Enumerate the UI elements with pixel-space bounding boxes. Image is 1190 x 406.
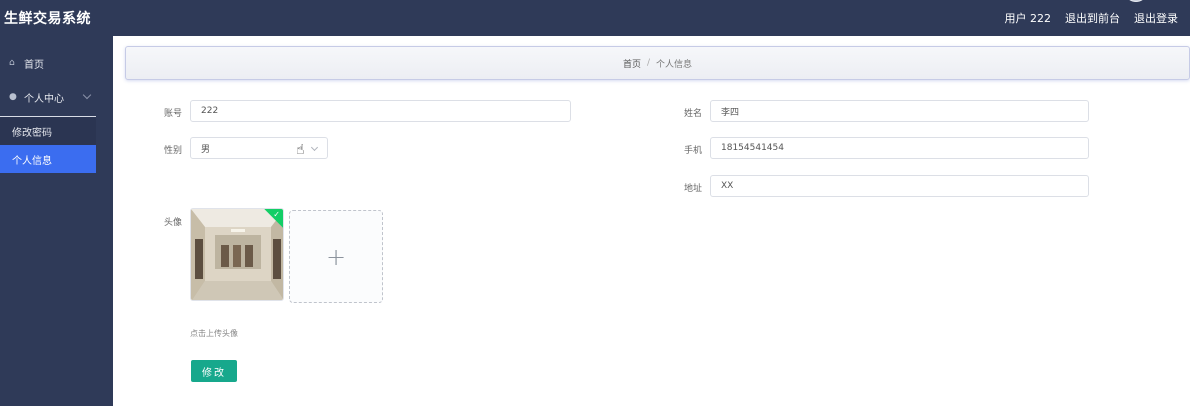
name-label: 姓名 <box>684 109 703 119</box>
breadcrumb-current: 个人信息 <box>656 59 693 70</box>
top-navbar: 生鲜交易系统 用户 222 退出到前台 退出登录 <box>0 0 1190 36</box>
check-icon: ✓ <box>273 210 280 219</box>
upload-hint: 点击上传头像 <box>190 329 238 338</box>
submit-button[interactable]: 修改 <box>191 360 237 382</box>
avatar-upload-button[interactable]: + <box>289 210 383 303</box>
user-avatar[interactable] <box>1124 0 1148 2</box>
breadcrumb-home[interactable]: 首页 <box>623 57 641 70</box>
hand-cursor-icon: ☝ <box>296 142 305 158</box>
logout-link[interactable]: 退出登录 <box>1134 10 1178 26</box>
name-input[interactable]: 李四 <box>710 100 1089 122</box>
home-icon: ⌂ <box>9 57 15 68</box>
account-label: 账号 <box>164 109 183 119</box>
sidebar-item-personal-info[interactable]: 个人信息 <box>0 145 96 173</box>
phone-input[interactable]: 18154541454 <box>710 137 1089 159</box>
avatar-thumbnail[interactable]: ✓ <box>190 208 284 301</box>
top-right-actions: 用户 222 退出到前台 退出登录 <box>1005 10 1179 26</box>
chevron-down-icon <box>82 90 92 100</box>
current-user-label: 用户 222 <box>1004 12 1052 25</box>
sidebar-item-label: 首页 <box>24 59 44 71</box>
gender-label: 性别 <box>164 146 183 156</box>
back-to-front-link[interactable]: 退出到前台 <box>1065 10 1120 26</box>
breadcrumb-separator: / <box>646 58 651 68</box>
avatar-label: 头像 <box>164 218 183 228</box>
address-input[interactable]: XX <box>710 175 1089 197</box>
sidebar-item-home[interactable]: ⌂ 首页 <box>0 48 96 78</box>
sidebar-item-label: 个人中心 <box>24 93 64 105</box>
breadcrumb: 首页 / 个人信息 <box>125 46 1190 80</box>
address-label: 地址 <box>684 184 703 194</box>
plus-icon: + <box>325 242 347 271</box>
gender-selected-value: 男 <box>201 144 211 155</box>
gender-select[interactable]: 男 <box>190 137 328 159</box>
personal-center-submenu: 修改密码 个人信息 <box>0 116 96 173</box>
chevron-down-icon <box>310 143 319 152</box>
sidebar-item-change-password[interactable]: 修改密码 <box>0 117 96 145</box>
account-input[interactable]: 222 <box>190 100 571 122</box>
phone-label: 手机 <box>684 146 703 156</box>
sidebar: ⌂ 首页 ● 个人中心 修改密码 个人信息 <box>0 36 113 406</box>
avatar-room-image <box>191 209 283 300</box>
user-icon: ● <box>9 91 17 102</box>
sidebar-item-personal-center[interactable]: ● 个人中心 <box>0 82 96 112</box>
app-title: 生鲜交易系统 <box>4 11 91 27</box>
